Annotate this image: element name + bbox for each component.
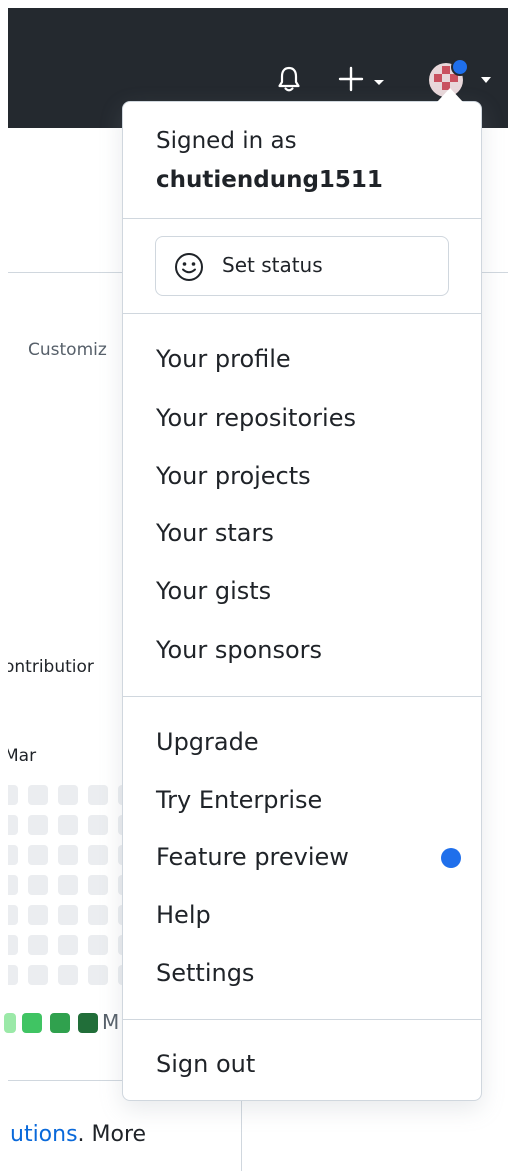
contribution-cell [88,815,108,835]
feature-preview-dot [441,848,461,868]
contribution-cell [8,905,18,925]
username: chutiendung1511 [156,167,383,193]
contribution-cell [8,875,18,895]
contribution-cell [58,905,78,925]
bottom-text: utions. More [10,1122,146,1147]
contributions-heading: ontributior [8,657,94,677]
menu-item-your-sponsors[interactable]: Your sponsors [156,636,322,664]
menu-item-your-gists[interactable]: Your gists [156,577,271,605]
contribution-cell [8,845,18,865]
plus-icon [338,66,364,92]
contribution-cell [8,815,18,835]
contribution-cell [58,815,78,835]
legend-cell [22,1013,42,1033]
contribution-cell [28,875,48,895]
contribution-cell [28,965,48,985]
menu-divider [123,696,481,697]
menu-divider [123,1019,481,1020]
dropdown-caret [437,88,463,102]
contribution-cell [88,875,108,895]
legend-cell [4,1013,16,1033]
set-status-button[interactable]: Set status [155,236,449,296]
menu-item-your-profile[interactable]: Your profile [156,345,291,373]
contribution-cell [28,785,48,805]
contribution-cell [88,965,108,985]
signed-in-label: Signed in as [156,128,297,154]
legend-cell [78,1013,98,1033]
contribution-cell [88,935,108,955]
bell-icon[interactable] [274,64,304,94]
bottom-text-rest: . More [77,1122,147,1147]
menu-divider [123,218,481,219]
smiley-icon [175,253,203,281]
contribution-cell [58,785,78,805]
contribution-cell [58,965,78,985]
caret-down-icon [374,80,384,85]
contribution-cell [58,935,78,955]
menu-item-your-projects[interactable]: Your projects [156,462,311,490]
notification-dot [451,58,469,76]
contribution-cell [8,785,18,805]
menu-item-your-stars[interactable]: Your stars [156,519,274,547]
menu-item-feature-preview[interactable]: Feature preview [156,843,349,871]
contribution-cell [88,845,108,865]
menu-item-your-repositories[interactable]: Your repositories [156,404,356,432]
contribution-cell [58,875,78,895]
menu-item-upgrade[interactable]: Upgrade [156,728,259,756]
month-label: Mar [8,746,37,766]
set-status-label: Set status [222,253,323,277]
contribution-cell [28,845,48,865]
contribution-cell [28,815,48,835]
create-new-button[interactable] [338,64,394,94]
contribution-cell [58,845,78,865]
customize-link[interactable]: Customiz [28,340,107,360]
menu-item-sign-out[interactable]: Sign out [156,1050,255,1078]
contribution-cell [88,785,108,805]
contribution-cell [8,965,18,985]
contribution-cell [28,935,48,955]
contribution-cell [8,935,18,955]
contribution-cell [88,905,108,925]
legend-cell [50,1013,70,1033]
contribution-cell [28,905,48,925]
menu-item-try-enterprise[interactable]: Try Enterprise [156,786,322,814]
menu-divider [123,313,481,314]
menu-item-settings[interactable]: Settings [156,959,254,987]
contribution-grid [8,785,122,1005]
bottom-link[interactable]: utions [10,1122,78,1147]
menu-item-help[interactable]: Help [156,901,211,929]
legend-more-label: M [102,1010,120,1034]
caret-down-icon [481,77,491,83]
